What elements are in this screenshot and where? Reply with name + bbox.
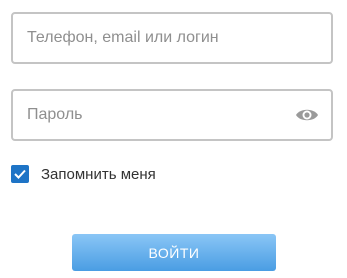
remember-me-label: Запомнить меня	[41, 165, 156, 183]
eye-icon[interactable]	[295, 106, 319, 124]
login-field-container	[11, 12, 333, 64]
password-field-container	[11, 89, 333, 141]
checkbox-checked-icon[interactable]	[11, 165, 29, 183]
remember-me-checkbox[interactable]: Запомнить меня	[11, 165, 156, 183]
password-input[interactable]	[27, 91, 287, 139]
login-input[interactable]	[27, 14, 317, 62]
login-button[interactable]: ВОЙТИ	[72, 234, 276, 271]
